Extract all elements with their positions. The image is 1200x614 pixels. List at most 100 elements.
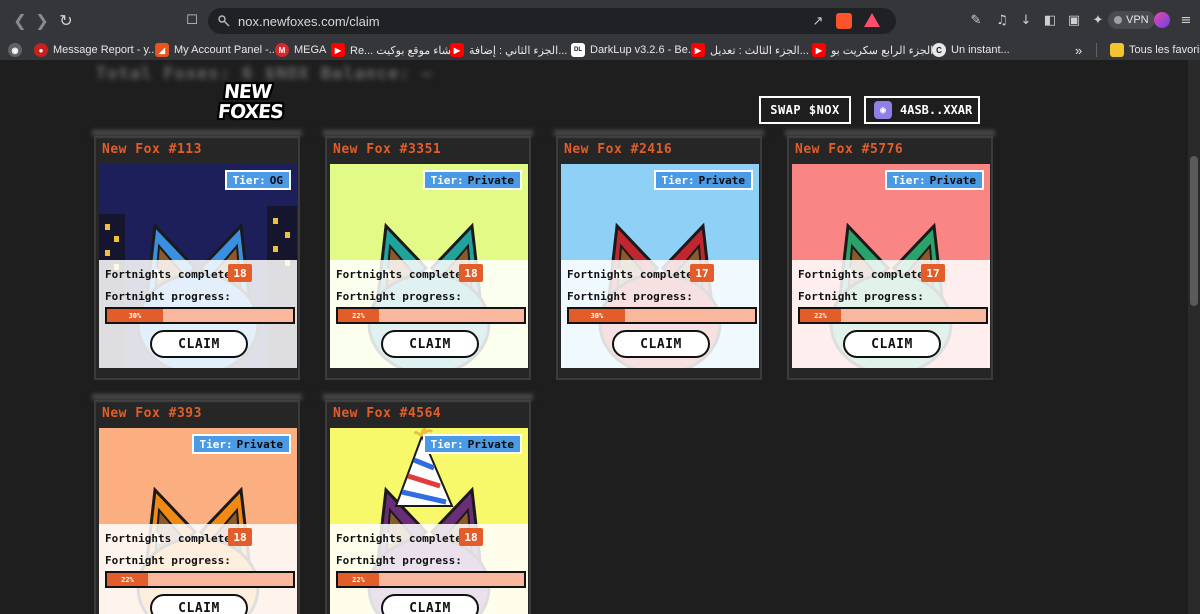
all-bookmarks-folder[interactable]: Tous les favoris <box>1110 42 1200 58</box>
bookmark-favicon-icon: ▶ <box>812 43 826 57</box>
fortnight-progress-bar: 22% <box>105 571 295 588</box>
bookmark-item[interactable]: DL DarkLup v3.2.6 - Be... <box>571 42 697 58</box>
swap-nox-button[interactable]: SWAP $NOX <box>759 96 851 124</box>
fortnights-completed-label: Fortnights completed: <box>336 268 476 281</box>
fortnight-progress-bar: 30% <box>105 307 295 324</box>
fortnight-progress-bar: 22% <box>798 307 988 324</box>
fortnights-completed-label: Fortnights completed: <box>105 532 245 545</box>
bookmark-label: الجزء الثالث : تعديل... <box>710 44 809 57</box>
forward-icon[interactable]: ❯ <box>30 8 54 32</box>
progress-fill: 22% <box>338 573 379 586</box>
bookmark-favicon-icon: ▶ <box>691 43 705 57</box>
claim-button[interactable]: CLAIM <box>381 594 479 614</box>
address-bar[interactable]: nox.newfoxes.com/claim ↗ <box>208 8 896 34</box>
fortnights-completed-label: Fortnights completed: <box>567 268 707 281</box>
fortnight-progress-bar: 30% <box>567 307 757 324</box>
progress-fill: 30% <box>107 309 163 322</box>
all-bookmarks-label: Tous les favoris <box>1129 44 1200 56</box>
progress-fill: 22% <box>338 309 379 322</box>
fortnight-progress-label: Fortnight progress: <box>567 290 693 303</box>
url-text[interactable]: nox.newfoxes.com/claim <box>238 14 380 29</box>
fox-name: New Fox #5776 <box>795 142 904 157</box>
tier-value: Private <box>467 437 514 451</box>
claim-button[interactable]: CLAIM <box>150 330 248 358</box>
vpn-status-icon <box>1114 16 1122 24</box>
fortnights-completed-value: 18 <box>228 528 252 546</box>
bookmark-label: My Account Panel -... <box>174 44 278 56</box>
bookmark-label: Re... إنشاء موقع بوكيت <box>350 44 458 57</box>
downloads-icon[interactable]: ↓ <box>1016 10 1036 30</box>
apps-icon[interactable]: ◉ <box>8 42 22 58</box>
share-icon[interactable]: ↗ <box>808 11 828 31</box>
claim-button[interactable]: CLAIM <box>843 330 941 358</box>
wallet-address: 4ASB..XXAR <box>900 103 973 117</box>
vpn-button[interactable]: VPN <box>1108 11 1155 29</box>
logo-line-1: NEW <box>222 81 272 103</box>
bookmark-item[interactable]: ▶ الجزء الرابع سكريت بو... <box>812 42 943 58</box>
fortnight-progress-label: Fortnight progress: <box>336 290 462 303</box>
phantom-wallet-icon: ◉ <box>874 101 892 119</box>
bookmark-item[interactable]: M MEGA <box>275 42 326 58</box>
extensions-icon[interactable]: ✎ <box>966 10 986 30</box>
media-icon[interactable]: ♫ <box>992 10 1012 30</box>
browser-toolbar: ❮ ❯ ↻ ☐ nox.newfoxes.com/claim ↗ ✎ ♫ ↓ ◧… <box>0 0 1200 40</box>
fox-card: New Fox #393 Tier: Private Fortnights com… <box>92 394 302 614</box>
tier-badge: Tier: Private <box>653 170 753 190</box>
tier-prefix: Tier: <box>430 173 464 187</box>
fortnights-completed-value: 18 <box>459 264 483 282</box>
claim-button[interactable]: CLAIM <box>612 330 710 358</box>
bookmark-item[interactable]: ▶ Re... إنشاء موقع بوكيت <box>331 42 458 58</box>
more-bookmarks-button[interactable]: » <box>1075 42 1082 58</box>
tier-badge: Tier: Private <box>422 434 522 454</box>
new-foxes-logo[interactable]: NEW FOXES <box>216 81 284 134</box>
fox-name: New Fox #2416 <box>564 142 673 157</box>
bookmark-favicon-icon: ◢ <box>155 43 169 57</box>
fox-artwork: Tier: Private Fortnights completed: 18 Fo… <box>330 428 528 614</box>
tier-badge: Tier: Private <box>884 170 984 190</box>
logo-line-2: FOXES <box>216 101 284 123</box>
menu-icon[interactable]: ≡ <box>1176 10 1196 30</box>
back-icon[interactable]: ❮ <box>8 8 32 32</box>
fortnight-progress-bar: 22% <box>336 571 526 588</box>
card-glow <box>785 130 995 136</box>
fortnight-progress-label: Fortnight progress: <box>105 290 231 303</box>
fox-artwork: Tier: OG Fortnights completed: 18 Fortnig… <box>99 164 297 368</box>
bookmark-item[interactable]: C Un instant... <box>932 42 1010 58</box>
fox-card: New Fox #2416 Tier: Private Fortnights co… <box>554 130 764 380</box>
reload-icon[interactable]: ↻ <box>54 8 78 32</box>
bookmark-item[interactable]: ▶ الجزء الثالث : تعديل... <box>691 42 809 58</box>
fox-name: New Fox #4564 <box>333 406 442 421</box>
claim-button[interactable]: CLAIM <box>381 330 479 358</box>
bookmark-item[interactable]: ◢ My Account Panel -... <box>155 42 278 58</box>
progress-fill: 22% <box>107 573 148 586</box>
bookmark-item[interactable]: ▶ الجزء الثاني : إضافة... <box>450 42 567 58</box>
page-content: Total Foxes: 6 $NOX Balance: — NEW FOXES… <box>0 60 1188 614</box>
tier-prefix: Tier: <box>430 437 464 451</box>
sidebar-icon[interactable]: ◧ <box>1040 10 1060 30</box>
fox-artwork: Tier: Private Fortnights completed: 18 Fo… <box>99 428 297 614</box>
scrollbar-thumb[interactable] <box>1190 156 1198 306</box>
fox-artwork: Tier: Private Fortnights completed: 17 Fo… <box>561 164 759 368</box>
bookmarks-divider <box>1096 43 1097 57</box>
bookmark-label: الجزء الرابع سكريت بو... <box>831 44 943 57</box>
profile-avatar[interactable] <box>1154 12 1170 28</box>
site-info-icon[interactable] <box>217 14 231 28</box>
bookmark-item[interactable]: ● Message Report - y... <box>34 42 157 58</box>
vpn-label: VPN <box>1126 14 1149 26</box>
brave-rewards-icon[interactable] <box>864 13 880 27</box>
fortnights-completed-label: Fortnights completed: <box>798 268 938 281</box>
claim-button[interactable]: CLAIM <box>150 594 248 614</box>
wallet-button[interactable]: ◉ 4ASB..XXAR <box>864 96 980 124</box>
fortnights-completed-value: 17 <box>921 264 945 282</box>
tier-value: Private <box>698 173 745 187</box>
bookmarks-bar: ◉ ● Message Report - y... ◢ My Account Pan… <box>0 40 1200 60</box>
page-scrollbar[interactable] <box>1188 60 1200 614</box>
bookmark-page-icon[interactable]: ☐ <box>182 10 202 30</box>
bookmark-favicon-icon: ▶ <box>331 43 345 57</box>
fortnights-completed-label: Fortnights completed: <box>105 268 245 281</box>
fox-card: New Fox #5776 Tier: Private Fortnights co… <box>785 130 995 380</box>
brave-shields-icon[interactable] <box>836 13 852 29</box>
fox-artwork: Tier: Private Fortnights completed: 18 Fo… <box>330 164 528 368</box>
wallet-icon[interactable]: ▣ <box>1064 10 1084 30</box>
leo-ai-icon[interactable]: ✦ <box>1088 10 1108 30</box>
